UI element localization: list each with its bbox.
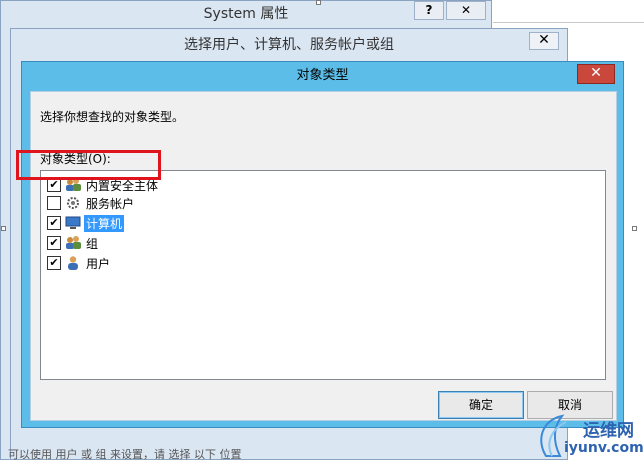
list-item-user[interactable]: ✔ 用户 [47, 253, 197, 273]
annotation-highlight [16, 150, 161, 180]
help-button[interactable]: ? [414, 1, 444, 20]
list-item-group[interactable]: ✔ 组 [47, 233, 197, 253]
dialog-client-area: 选择你想查找的对象类型。 对象类型(O): ✔ 内置安全主体 服务帐户 ✔ 计算… [30, 91, 617, 421]
checkbox-service-account[interactable] [47, 196, 61, 210]
watermark-line1: 运维网 [583, 421, 634, 441]
object-types-dialog: 对象类型 ✕ 选择你想查找的对象类型。 对象类型(O): ✔ 内置安全主体 服务… [21, 61, 624, 428]
list-item-service-account[interactable]: 服务帐户 [47, 193, 197, 213]
list-item-label: 服务帐户 [86, 196, 135, 211]
ok-button[interactable]: 确定 [438, 391, 524, 419]
list-item-label: 组 [86, 236, 99, 251]
service-account-icon [65, 195, 82, 211]
checkbox-security-principal[interactable]: ✔ [47, 178, 61, 192]
list-item-computer[interactable]: ✔ 计算机 [47, 213, 197, 233]
dialog-prompt: 选择你想查找的对象类型。 [40, 110, 185, 124]
divider [493, 22, 644, 23]
list-item-label: 用户 [86, 256, 111, 271]
dialog-title: 对象类型 [296, 68, 349, 83]
select-users-close-button[interactable]: ✕ [529, 32, 559, 50]
computer-icon [65, 215, 82, 231]
resize-handle-top[interactable] [316, 0, 321, 5]
user-icon [65, 255, 82, 271]
checkbox-computer[interactable]: ✔ [47, 216, 61, 230]
group-icon [65, 235, 82, 251]
checkbox-group[interactable]: ✔ [47, 236, 61, 250]
resize-handle-right[interactable] [632, 226, 637, 231]
select-users-title: 选择用户、计算机、服务帐户或组 [184, 37, 394, 53]
resize-handle-left[interactable] [1, 226, 6, 231]
object-types-listbox[interactable]: ✔ 内置安全主体 服务帐户 ✔ 计算机 ✔ 组 ✔ 用户 [40, 170, 606, 380]
dialog-close-button[interactable]: ✕ [577, 64, 615, 84]
list-item-label: 计算机 [84, 214, 125, 232]
watermark-line2: iyunv.com [564, 440, 644, 456]
checkbox-user[interactable]: ✔ [47, 256, 61, 270]
system-close-button[interactable]: ✕ [446, 1, 486, 20]
